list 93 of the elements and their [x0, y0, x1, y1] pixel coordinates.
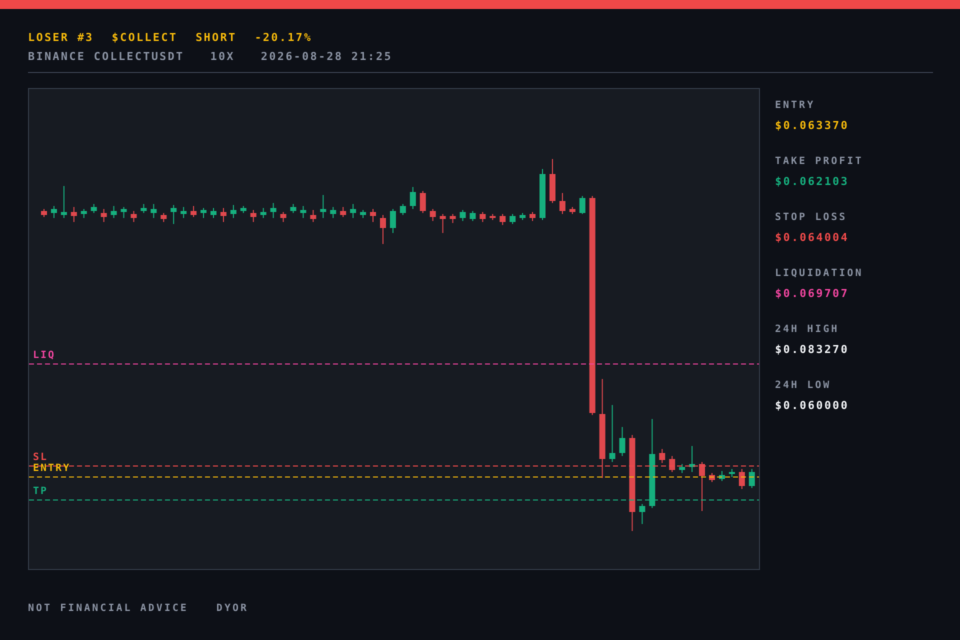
candlestick	[210, 208, 216, 218]
candlestick	[410, 186, 416, 210]
header-title-text: -20.17%	[254, 31, 312, 44]
stat-label: 24H LOW	[775, 380, 832, 391]
candlestick	[300, 206, 306, 218]
stat-label: LIQUIDATION	[775, 268, 864, 279]
stat-value: $0.069707	[775, 287, 850, 300]
stat-value: $0.063370	[775, 119, 850, 132]
candlestick	[160, 212, 167, 222]
candlestick	[120, 206, 127, 218]
candlestick	[390, 208, 396, 234]
candlestick	[170, 204, 177, 224]
candlestick	[90, 204, 97, 214]
candlestick	[549, 158, 556, 204]
candlestick	[220, 208, 226, 222]
candlestick	[619, 426, 626, 456]
candlestick	[320, 194, 326, 218]
header-subtitle-text: 2026-08-28 21:25	[260, 50, 392, 63]
candlestick	[639, 504, 646, 524]
level-label: ENTRY	[33, 463, 71, 474]
candlestick	[440, 214, 446, 234]
candlestick	[709, 472, 715, 482]
candlestick	[330, 206, 336, 218]
candlestick	[180, 206, 187, 218]
stat-value: $0.062103	[775, 175, 850, 188]
disclaimer-text: NOT FINANCIAL ADVICE	[28, 603, 188, 614]
candlestick	[699, 462, 706, 512]
level-label: LIQ	[33, 350, 56, 361]
candlestick	[679, 464, 686, 474]
stat-label: STOP LOSS	[775, 212, 848, 223]
candlestick	[738, 468, 745, 490]
header-title-text: $COLLECT	[112, 31, 178, 44]
candlestick	[250, 210, 256, 222]
candlestick	[150, 204, 157, 218]
stat-value: $0.064004	[775, 231, 850, 244]
candlestick	[490, 214, 496, 220]
candlestick	[728, 468, 735, 478]
candlestick	[190, 206, 197, 218]
candlestick	[41, 208, 47, 218]
candlestick	[130, 210, 137, 222]
candlestick	[540, 168, 546, 220]
candlestick	[110, 206, 117, 218]
candlestick	[520, 212, 526, 220]
header-title-text: SHORT	[196, 31, 237, 44]
candlestick	[450, 214, 456, 224]
candlestick	[400, 204, 406, 216]
candlestick	[270, 202, 276, 218]
candlestick	[530, 212, 536, 222]
stat-label: ENTRY	[775, 100, 816, 111]
candlestick	[500, 214, 506, 226]
stat-label: 24H HIGH	[775, 324, 840, 335]
candlestick	[200, 208, 207, 218]
candlestick	[380, 214, 386, 244]
candlestick	[290, 204, 296, 214]
candlestick	[420, 190, 426, 214]
level-label: TP	[33, 486, 48, 497]
candlestick	[559, 192, 566, 214]
candlestick	[480, 212, 486, 222]
disclaimer-text: DYOR	[216, 603, 249, 614]
candlestick	[350, 204, 356, 218]
candlestick	[370, 208, 376, 222]
candlestick	[430, 208, 436, 222]
candlestick	[360, 210, 366, 218]
candlestick	[80, 208, 87, 218]
header-title-text: LOSER #3	[28, 31, 94, 44]
candlestick	[70, 206, 77, 222]
candlestick	[280, 212, 286, 222]
stat-label: TAKE PROFIT	[775, 156, 864, 167]
candlestick	[718, 470, 725, 482]
candlestick	[240, 206, 246, 214]
candlestick	[689, 446, 696, 472]
stat-value: $0.060000	[775, 399, 850, 412]
stat-value: $0.083270	[775, 343, 850, 356]
candlestick	[60, 186, 67, 218]
header-subtitle-text: 10X	[210, 50, 235, 63]
candlestick	[470, 210, 476, 222]
candlestick	[569, 206, 576, 214]
candlestick	[100, 208, 107, 222]
candlestick	[260, 208, 266, 218]
level-label: SL	[33, 452, 48, 463]
candlestick	[669, 456, 676, 472]
candlestick	[510, 214, 516, 224]
candlestick	[340, 206, 346, 218]
candlestick	[748, 468, 755, 488]
candlestick	[609, 404, 616, 462]
candlestick	[659, 448, 666, 464]
candlestick	[460, 210, 466, 222]
candlestick	[230, 204, 236, 218]
candlestick	[140, 204, 147, 214]
candlestick	[50, 206, 57, 218]
candlestick	[579, 196, 586, 214]
header-subtitle-text: BINANCE COLLECTUSDT	[28, 50, 184, 63]
candlestick	[310, 210, 316, 222]
